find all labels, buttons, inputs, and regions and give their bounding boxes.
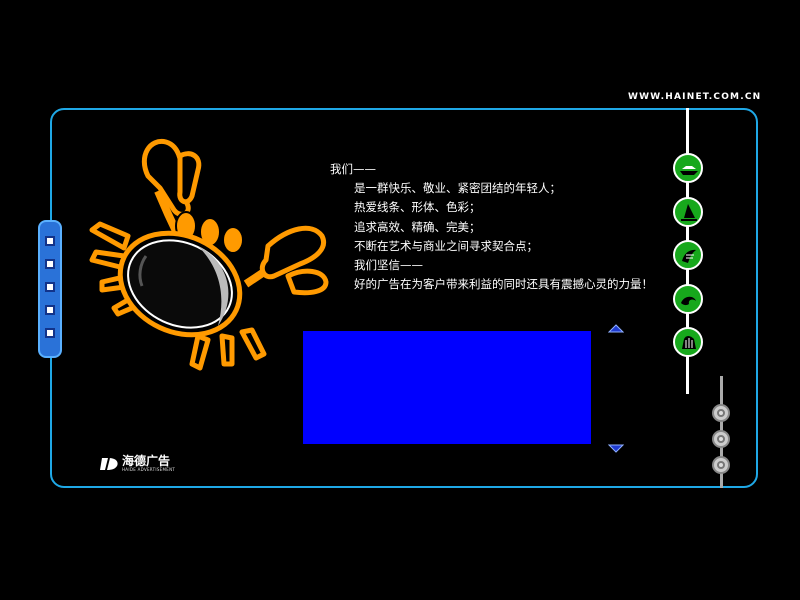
ring-button-1[interactable] bbox=[712, 404, 730, 422]
wave-icon bbox=[681, 296, 696, 306]
nav-button-5[interactable] bbox=[673, 327, 703, 357]
shell-icon bbox=[682, 336, 696, 349]
nav-button-1[interactable] bbox=[673, 153, 703, 183]
crab-illustration bbox=[89, 139, 329, 371]
intro-text: 我们—— 是一群快乐、敬业、紧密团结的年轻人； 热爱线条、形体、色彩； 追求高效… bbox=[330, 160, 653, 294]
sail-icon bbox=[681, 204, 697, 221]
scroll-down-arrow-icon[interactable] bbox=[608, 444, 624, 453]
intro-line-3: 热爱线条、形体、色彩； bbox=[354, 200, 481, 215]
left-menu-button-1[interactable] bbox=[45, 236, 55, 246]
company-logo: 海德广告 HAIDE ADVERTISEMENT bbox=[100, 455, 175, 472]
left-menu-button-4[interactable] bbox=[45, 305, 55, 315]
logo-mark-icon bbox=[100, 457, 118, 470]
nav-button-3[interactable] bbox=[673, 240, 703, 270]
intro-line-5: 不断在艺术与商业之间寻求契合点； bbox=[354, 238, 538, 253]
left-menu-button-2[interactable] bbox=[45, 259, 55, 269]
scroll-up-arrow-icon[interactable] bbox=[608, 324, 624, 333]
site-url: WWW.HAINET.COM.CN bbox=[628, 92, 762, 102]
left-menu-button-5[interactable] bbox=[45, 328, 55, 338]
intro-line-2: 是一群快乐、敬业、紧密团结的年轻人； bbox=[354, 181, 561, 196]
hand-icon bbox=[682, 249, 696, 263]
nav-button-2[interactable] bbox=[673, 197, 703, 227]
boat-icon bbox=[680, 166, 698, 175]
intro-line-7: 好的广告在为客户带来利益的同时还具有震撼心灵的力量！ bbox=[354, 277, 653, 292]
ring-button-3[interactable] bbox=[712, 456, 730, 474]
intro-line-1: 我们—— bbox=[330, 162, 376, 176]
logo-name: 海德广告 bbox=[122, 454, 171, 468]
ring-button-2[interactable] bbox=[712, 430, 730, 448]
logo-subtitle: HAIDE ADVERTISEMENT bbox=[122, 467, 176, 472]
nav-button-4[interactable] bbox=[673, 284, 703, 314]
intro-line-4: 追求高效、精确、完美； bbox=[354, 219, 481, 234]
left-menu-tab bbox=[38, 220, 62, 358]
content-panel bbox=[303, 331, 591, 444]
left-menu-button-3[interactable] bbox=[45, 282, 55, 292]
intro-line-6: 我们坚信—— bbox=[354, 258, 423, 273]
